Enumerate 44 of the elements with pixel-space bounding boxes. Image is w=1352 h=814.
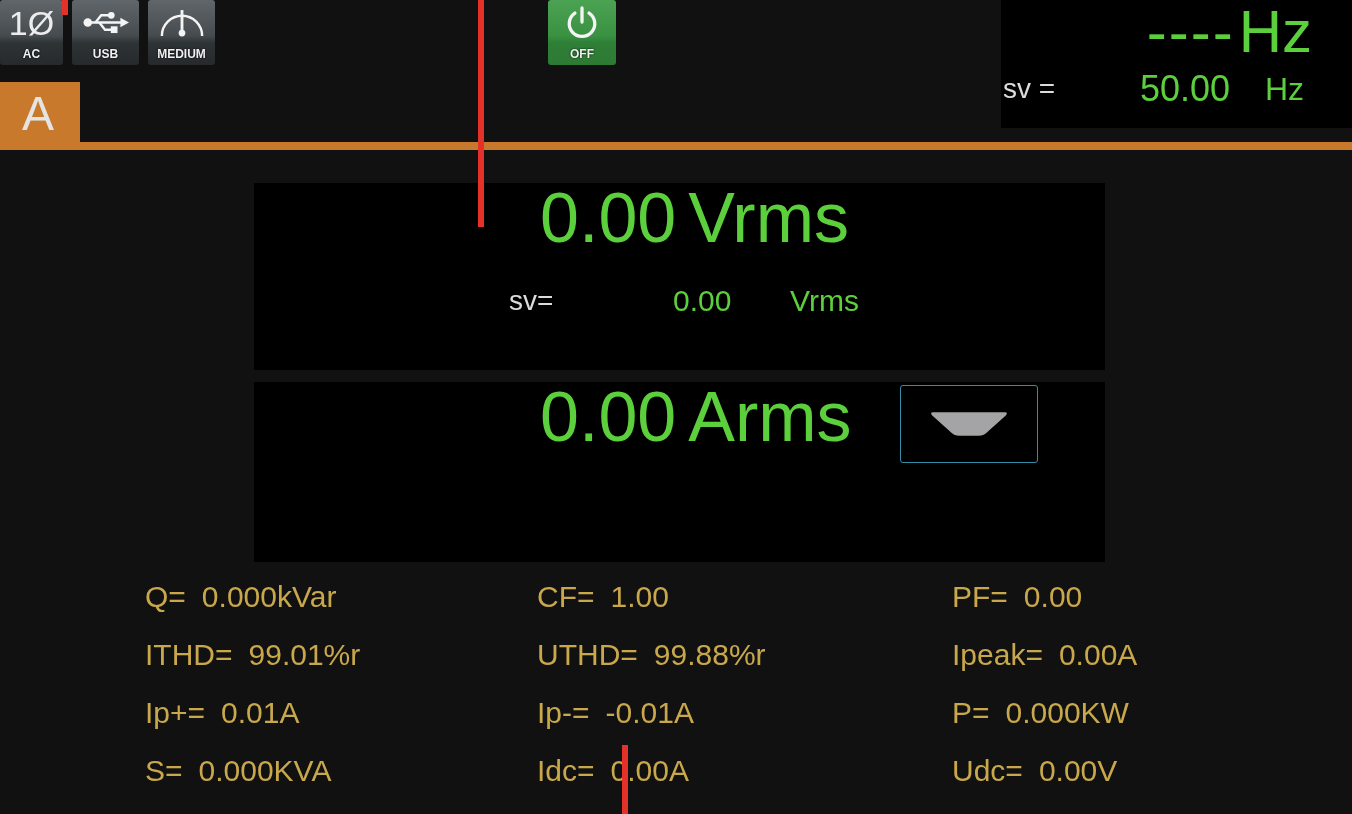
- measurement-value: 0.000kVar: [201, 580, 337, 614]
- usb-icon: [82, 11, 129, 34]
- setpoint-label: sv=: [509, 284, 555, 318]
- measurement-value: 0.00V: [1038, 754, 1118, 788]
- reading-value: 0.00: [540, 382, 677, 452]
- setpoint-unit: Vrms: [790, 283, 860, 319]
- measurement-value: 0.00A: [1058, 638, 1138, 672]
- dropdown-button[interactable]: [900, 385, 1038, 463]
- measurement-label: S=: [145, 754, 183, 788]
- measurement-value: 99.01%r: [248, 638, 361, 672]
- measurement-label: UTHD=: [537, 638, 638, 672]
- reading-unit: Arms: [688, 382, 852, 452]
- measurement-label: CF=: [537, 580, 595, 614]
- gauge-button[interactable]: MEDIUM: [148, 0, 215, 65]
- measurement-label: Q=: [145, 580, 186, 614]
- phase-mode-button[interactable]: 1Ø AC: [0, 0, 63, 65]
- setpoint-value: 0.00: [673, 283, 733, 319]
- measurement-label: Ip-=: [537, 696, 590, 730]
- measurement-value: 99.88%r: [653, 638, 766, 672]
- measurement-value: 0.000KW: [1005, 696, 1129, 730]
- setpoint-label: sv =: [1002, 73, 1057, 105]
- caret-icon: [930, 412, 1008, 436]
- reading-value: ----: [1146, 2, 1235, 62]
- measurement-label: PF=: [952, 580, 1008, 614]
- measurement-value: 0.01A: [221, 696, 300, 730]
- measurement-label: Udc=: [952, 754, 1023, 788]
- measurement-label: Ip+=: [145, 696, 206, 730]
- power-icon: [565, 5, 599, 40]
- measurement-label: P=: [952, 696, 990, 730]
- usb-button[interactable]: USB: [72, 0, 139, 65]
- measurement-value: 0.000KVA: [198, 754, 332, 788]
- measurement-label: Ipeak=: [952, 638, 1043, 672]
- power-button[interactable]: OFF: [548, 0, 616, 65]
- measurement-label: Idc=: [537, 754, 595, 788]
- setpoint-unit: Hz: [1265, 70, 1306, 108]
- gauge-icon: [158, 7, 205, 38]
- setpoint-value: 50.00: [1140, 68, 1232, 110]
- measurement-value: 1.00: [610, 580, 669, 614]
- reading-unit: Hz: [1238, 2, 1312, 62]
- measurement-value: 0.00: [1023, 580, 1083, 614]
- reading-value: 0.00: [540, 183, 677, 253]
- measurement-label: ITHD=: [145, 638, 233, 672]
- reading-unit: Vrms: [688, 183, 849, 253]
- measurement-value: -0.01A: [605, 696, 694, 730]
